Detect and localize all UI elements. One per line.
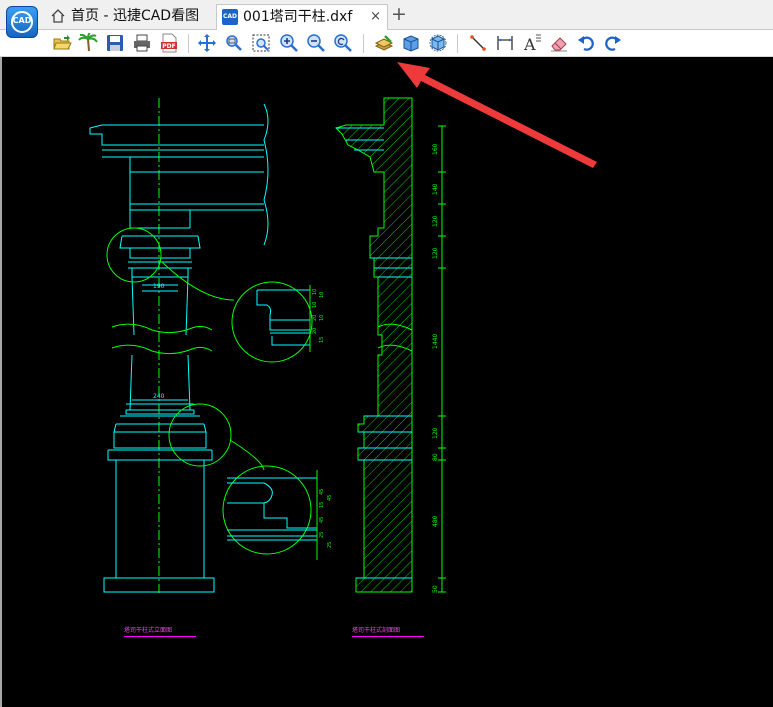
left-view-caption: 塔司干柱式立面图 — [124, 627, 173, 634]
detail-profile-bottom — [227, 470, 318, 560]
eraser-icon — [551, 37, 567, 52]
print-icon — [134, 34, 150, 52]
svg-text:20: 20 — [312, 328, 318, 334]
tab-home[interactable]: 首页 - 迅捷CAD看图 — [50, 4, 210, 30]
tab-bar: 首页 - 迅捷CAD看图 CAD 001塔司干柱.dxf × + — [0, 0, 773, 30]
svg-text:190: 190 — [153, 283, 165, 290]
toolbar-separator — [363, 34, 364, 53]
zoom-previous-button[interactable] — [332, 32, 354, 54]
svg-text:120: 120 — [432, 215, 439, 227]
right-view-caption: 塔司干柱式剖面图 — [352, 627, 401, 634]
svg-text:A: A — [523, 35, 536, 53]
section-dimension-chain — [438, 125, 446, 593]
undo-button[interactable] — [575, 32, 597, 54]
svg-text:480: 480 — [432, 515, 439, 527]
tab-home-label: 首页 - 迅捷CAD看图 — [71, 8, 200, 24]
layer-icon — [374, 35, 394, 51]
3d-box-icon — [403, 35, 419, 52]
svg-text:240: 240 — [153, 393, 165, 400]
svg-text:45: 45 — [319, 489, 325, 495]
cad-viewer-window: 首页 - 迅捷CAD看图 CAD 001塔司干柱.dxf × + CAD PDF — [0, 0, 773, 707]
text-button[interactable]: A — [521, 32, 543, 54]
app-logo[interactable]: CAD — [6, 6, 38, 38]
layer-button[interactable] — [373, 32, 395, 54]
open-button[interactable] — [51, 32, 73, 54]
3d-orbit-icon — [429, 34, 447, 52]
svg-text:45: 45 — [327, 495, 333, 501]
detail-bottom-dims: 45 15 45 25 45 25 — [319, 489, 333, 548]
column-section — [335, 97, 413, 593]
pan-icon — [198, 34, 216, 52]
section-dim-labels: 160 140 120 120 1440 120 80 480 50 — [432, 143, 439, 593]
measure-dim-icon — [497, 36, 513, 50]
toolbar-separator — [188, 34, 189, 53]
svg-text:50: 50 — [432, 585, 439, 593]
open-icon — [53, 35, 72, 50]
svg-text:160: 160 — [432, 143, 439, 155]
text-icon: A — [523, 34, 541, 53]
svg-text:15: 15 — [319, 502, 325, 508]
home-icon — [50, 8, 66, 32]
redo-button[interactable] — [602, 32, 624, 54]
zoom-extents-icon — [252, 34, 270, 52]
svg-text:140: 140 — [432, 183, 439, 195]
zoom-in-button[interactable] — [278, 32, 300, 54]
svg-text:20: 20 — [312, 315, 318, 321]
svg-text:45: 45 — [319, 517, 325, 523]
pdf-button[interactable]: PDF — [158, 32, 180, 54]
zoom-previous-icon — [334, 34, 352, 52]
column-elevation — [89, 98, 269, 593]
toolbar-separator — [457, 34, 458, 53]
zoom-out-icon — [307, 34, 325, 52]
redo-icon — [605, 36, 621, 51]
cad-drawing: 190 240 10 10 20 20 10 10 15 45 15 45 25… — [89, 97, 446, 593]
tab-file[interactable]: CAD 001塔司干柱.dxf × — [216, 4, 388, 30]
svg-text:25: 25 — [319, 532, 325, 538]
svg-text:120: 120 — [432, 247, 439, 259]
pdf-icon: PDF — [161, 33, 177, 53]
zoom-in-icon — [280, 34, 298, 52]
right-caption-underline — [352, 636, 424, 637]
print-button[interactable] — [131, 32, 153, 54]
left-caption-underline — [124, 636, 196, 637]
zoom-window-icon — [226, 35, 242, 51]
toolbar: PDF A — [0, 30, 773, 57]
measure-length-icon — [470, 35, 486, 51]
svg-text:PDF: PDF — [162, 43, 175, 50]
pan-button[interactable] — [196, 32, 218, 54]
svg-text:1440: 1440 — [432, 334, 439, 349]
svg-text:15: 15 — [319, 337, 325, 343]
zoom-extents-button[interactable] — [250, 32, 272, 54]
svg-text:120: 120 — [432, 427, 439, 439]
cad-file-icon: CAD — [222, 9, 238, 25]
new-tab-button[interactable]: + — [389, 2, 409, 26]
save-icon — [107, 35, 123, 51]
palm-tree-icon — [78, 33, 98, 52]
zoom-out-button[interactable] — [305, 32, 327, 54]
svg-text:10: 10 — [312, 289, 318, 295]
3d-orbit-button[interactable] — [427, 32, 449, 54]
svg-text:10: 10 — [319, 315, 325, 321]
undo-icon — [578, 36, 594, 51]
svg-text:10: 10 — [312, 302, 318, 308]
3d-box-button[interactable] — [400, 32, 422, 54]
drawing-canvas[interactable]: 190 240 10 10 20 20 10 10 15 45 15 45 25… — [0, 57, 773, 707]
close-tab-icon[interactable]: × — [370, 5, 381, 29]
svg-text:80: 80 — [432, 453, 439, 461]
save-button[interactable] — [104, 32, 126, 54]
zoom-window-button[interactable] — [223, 32, 245, 54]
svg-text:10: 10 — [319, 292, 325, 298]
svg-text:25: 25 — [327, 542, 333, 548]
tab-file-label: 001塔司干柱.dxf — [243, 9, 353, 25]
detail-top-dims: 10 10 20 20 10 10 15 — [312, 289, 325, 343]
palm-button[interactable] — [77, 32, 99, 54]
measure-length-button[interactable] — [467, 32, 489, 54]
measure-dim-button[interactable] — [494, 32, 516, 54]
eraser-button[interactable] — [548, 32, 570, 54]
